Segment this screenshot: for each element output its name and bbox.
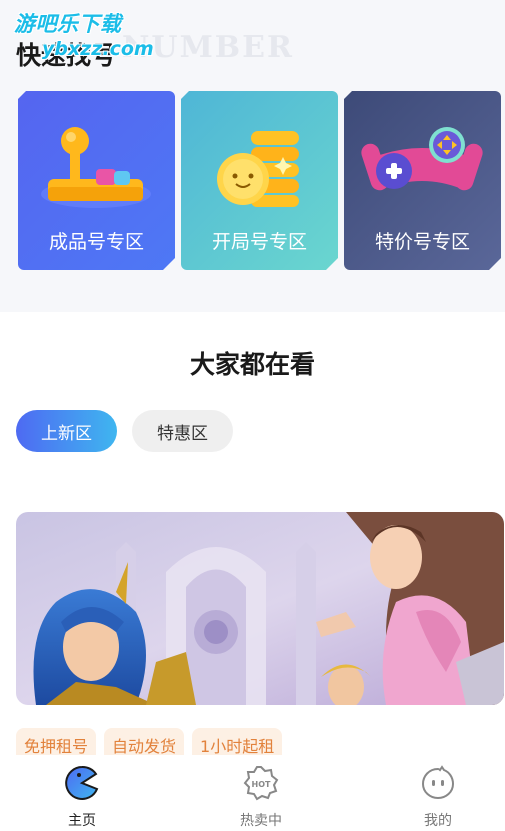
- nav-label: 主页: [68, 813, 96, 829]
- hot-badge-icon: HOT: [243, 766, 279, 801]
- bottom-nav: 主页 HOT 热卖中 我的: [0, 755, 505, 831]
- game-banner[interactable]: [16, 512, 504, 705]
- watermark-line2: ybxzz.com: [42, 38, 154, 60]
- zone-label: 特价号专区: [374, 231, 470, 253]
- nav-label: 热卖中: [240, 813, 282, 829]
- nav-hot[interactable]: HOT 热卖中: [211, 755, 311, 831]
- nav-label: 我的: [424, 813, 452, 829]
- svg-text:HOT: HOT: [252, 780, 271, 789]
- pacman-home-icon: [65, 766, 99, 800]
- zone-label: 成品号专区: [48, 231, 144, 253]
- zone-card-special-price[interactable]: 特价号专区: [344, 91, 501, 270]
- nav-mine[interactable]: 我的: [388, 755, 488, 831]
- tab-new-arrivals[interactable]: 上新区: [16, 410, 117, 452]
- face-icon: [421, 765, 455, 800]
- game-hero-banner-image: [16, 512, 504, 705]
- tab-discount[interactable]: 特惠区: [132, 410, 233, 452]
- watching-title: 大家都在看: [189, 350, 315, 379]
- zone-label: 开局号专区: [211, 231, 307, 253]
- zone-card-finished[interactable]: 成品号专区: [18, 91, 175, 270]
- quick-find-section: NUMBER 快速找号 游吧乐下载 ybxzz.com 成品号专区 开局号专区 …: [0, 0, 505, 312]
- zone-card-starter[interactable]: 开局号专区: [181, 91, 338, 270]
- watermark: 游吧乐下载 ybxzz.com: [14, 8, 154, 68]
- watermark-line1: 游吧乐下载: [14, 12, 122, 36]
- nav-home[interactable]: 主页: [32, 755, 132, 831]
